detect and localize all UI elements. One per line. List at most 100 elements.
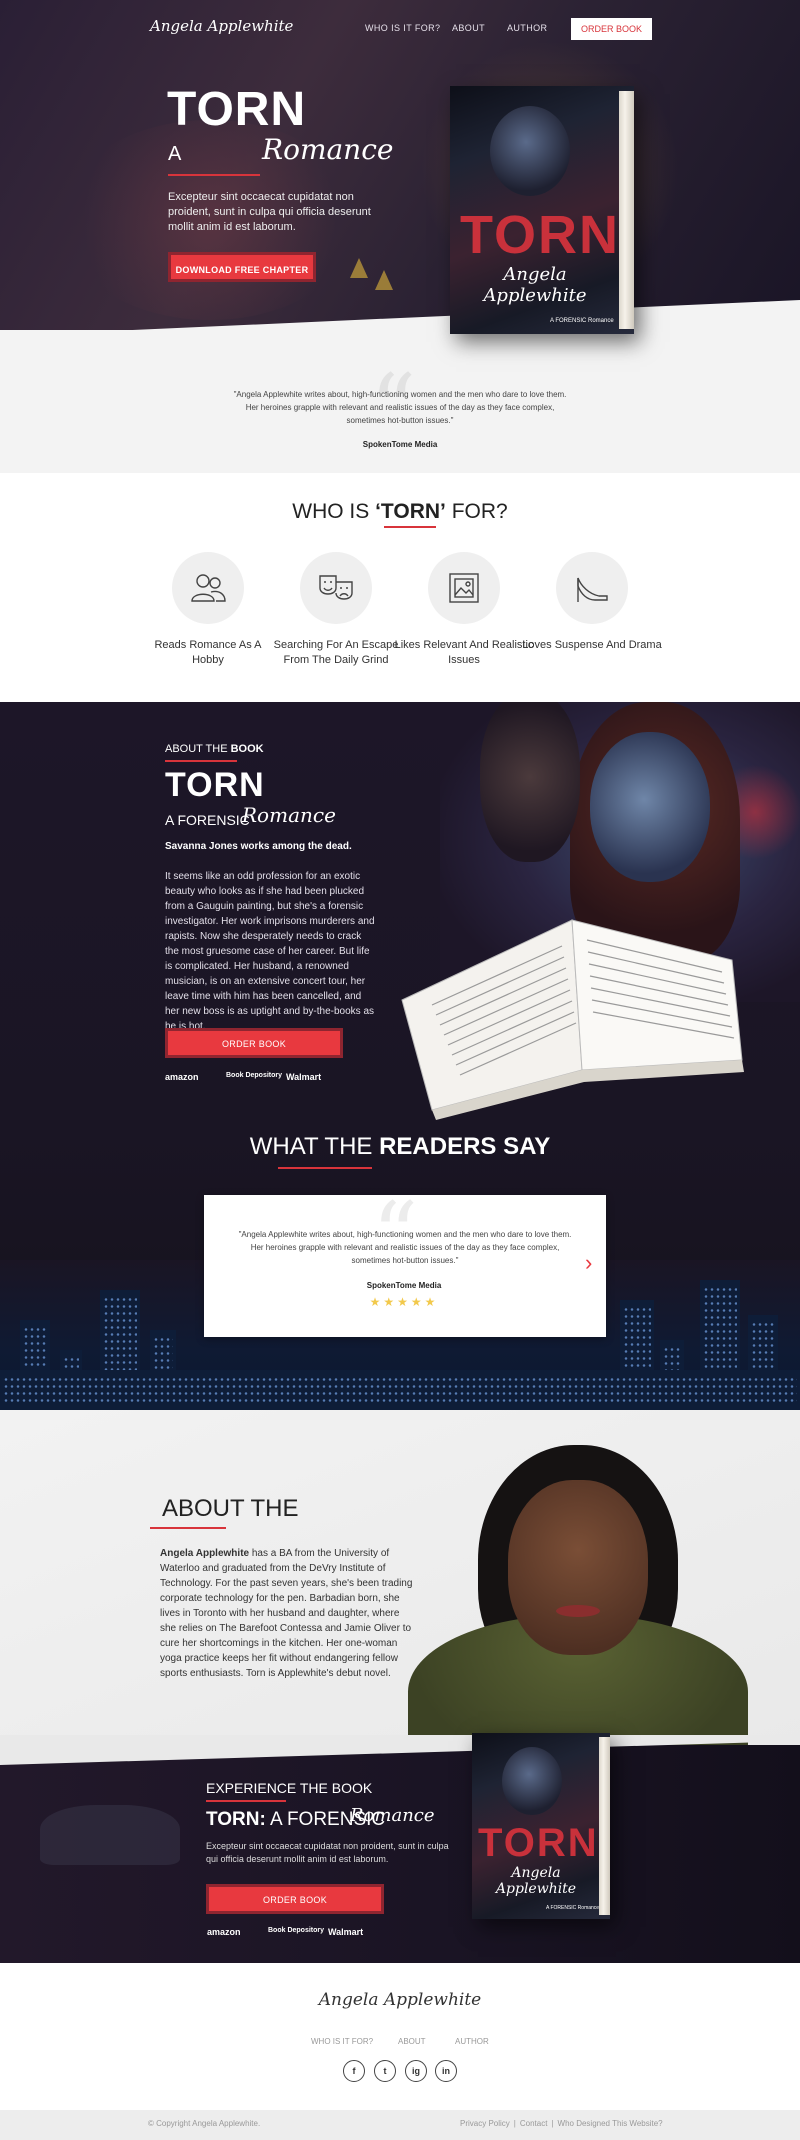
who-section-title: WHO IS ‘TORN’ FOR? xyxy=(0,500,800,524)
contact-link[interactable]: Contact xyxy=(520,2119,548,2128)
experience-text: Excepteur sint occaecat cupidatat non pr… xyxy=(206,1841,449,1864)
who-title-bold: ‘TORN’ xyxy=(375,500,446,523)
instagram-icon[interactable]: ig xyxy=(405,2060,427,2082)
readers-title-bold: READERS SAY xyxy=(379,1133,551,1160)
experience-romance-script: Romance xyxy=(350,1805,435,1826)
about-book-forensic: A FORENSIC xyxy=(165,812,250,828)
theater-masks-icon xyxy=(300,552,372,624)
hero-subtitle: A xyxy=(168,143,182,165)
readers-title-prefix: WHAT THE xyxy=(249,1133,380,1160)
order-book-button[interactable]: ORDER BOOK xyxy=(206,1884,384,1914)
high-heel-icon xyxy=(556,552,628,624)
author-lips-shape xyxy=(556,1605,600,1617)
book-depository-logo[interactable]: Book Depository xyxy=(226,1072,286,1079)
top-nav: Angela Applewhite WHO IS IT FOR? ABOUT A… xyxy=(0,0,800,58)
review-text: "Angela Applewhite writes about, high-fu… xyxy=(238,1230,572,1265)
accent-underline xyxy=(278,1167,372,1169)
top-quote-text: "Angela Applewhite writes about, high-fu… xyxy=(233,390,567,425)
accent-underline xyxy=(206,1800,286,1802)
people-icon xyxy=(172,552,244,624)
bottom-bar xyxy=(0,2110,800,2140)
readers-section-title: WHAT THE READERS SAY xyxy=(0,1133,800,1161)
book-pages xyxy=(619,90,634,330)
who-item: Searching For An Escape From The Daily G… xyxy=(266,552,406,668)
accent-underline xyxy=(165,760,237,762)
facebook-icon[interactable]: f xyxy=(343,2060,365,2082)
evidence-marker-shape xyxy=(375,270,393,290)
order-book-button[interactable]: ORDER BOOK xyxy=(165,1028,343,1058)
review-source: SpokenTome Media xyxy=(366,1281,442,1290)
walmart-logo[interactable]: Walmart xyxy=(286,1072,321,1082)
about-author-body: Angela Applewhite has a BA from the Univ… xyxy=(160,1546,418,1681)
cover-tag: A FORENSIC Romance xyxy=(546,1905,600,1911)
nav-link-who[interactable]: WHO IS IT FOR? xyxy=(365,23,440,33)
experience-title-bold: TORN: xyxy=(206,1809,266,1830)
book-cover-image: TORN Angela Applewhite A FORENSIC Romanc… xyxy=(450,86,634,334)
who-designed-link[interactable]: Who Designed This Website? xyxy=(558,2119,663,2128)
cover-tag: A FORENSIC Romance xyxy=(550,318,614,324)
twitter-icon[interactable]: t xyxy=(374,2060,396,2082)
linkedin-icon[interactable]: in xyxy=(435,2060,457,2082)
hero-description: Excepteur sint occaecat cupidatat non pr… xyxy=(168,191,371,233)
hero-romance-script: Romance xyxy=(262,133,394,166)
cover-face-shape xyxy=(490,106,570,196)
about-book-romance-script: Romance xyxy=(242,803,336,827)
cover-title: TORN xyxy=(478,1821,599,1865)
who-item-label: Loves Suspense And Drama xyxy=(522,639,662,651)
copyright-text: © Copyright Angela Applewhite. xyxy=(148,2119,261,2128)
cover-face-shape xyxy=(502,1747,562,1815)
walmart-logo[interactable]: Walmart xyxy=(328,1927,363,1937)
amazon-logo[interactable]: amazon xyxy=(165,1072,199,1082)
who-title-prefix: WHO IS xyxy=(292,500,376,523)
top-quote-source: SpokenTome Media xyxy=(362,440,438,449)
who-title-suffix: FOR? xyxy=(445,500,508,523)
book-cover-image: TORN Angela Applewhite A FORENSIC Romanc… xyxy=(472,1733,610,1919)
footer-link-about[interactable]: ABOUT xyxy=(398,2037,426,2046)
picture-frame-icon xyxy=(428,552,500,624)
order-book-button[interactable]: ORDER BOOK xyxy=(571,18,652,40)
author-bio: has a BA from the University of Waterloo… xyxy=(160,1548,413,1679)
about-book-label: ABOUT THE BOOK xyxy=(165,743,264,755)
hero-title: TORN xyxy=(167,83,307,136)
about-author-title: ABOUT THE xyxy=(162,1495,299,1522)
woman-face-shape xyxy=(590,732,710,882)
amazon-logo[interactable]: amazon xyxy=(207,1927,241,1937)
who-item: Likes Relevant And Realistic Issues xyxy=(394,552,534,668)
who-item: Reads Romance As A Hobby xyxy=(138,552,278,668)
book-pages xyxy=(598,1736,610,1916)
separator: | xyxy=(551,2119,554,2128)
author-portrait xyxy=(408,1445,748,1775)
nav-link-about[interactable]: ABOUT xyxy=(452,23,485,33)
site-logo[interactable]: Angela Applewhite xyxy=(150,17,293,35)
carousel-next-icon[interactable]: › xyxy=(585,1250,592,1276)
footer-link-who[interactable]: WHO IS IT FOR? xyxy=(311,2037,373,2046)
about-book-label-bold: BOOK xyxy=(230,743,264,755)
about-book-body: It seems like an odd profession for an e… xyxy=(165,871,375,1032)
review-card: “ "Angela Applewhite writes about, high-… xyxy=(204,1183,606,1337)
download-chapter-button[interactable]: DOWNLOAD FREE CHAPTER xyxy=(168,252,316,282)
accent-underline xyxy=(150,1527,226,1529)
who-item-label: Likes Relevant And Realistic Issues xyxy=(394,639,534,666)
city-lights xyxy=(0,1370,800,1410)
man-face-shape xyxy=(480,702,580,862)
about-book-label-prefix: ABOUT THE xyxy=(165,743,231,755)
footer-link-author[interactable]: AUTHOR xyxy=(455,2037,489,2046)
police-car-shape xyxy=(40,1805,180,1865)
accent-underline xyxy=(384,526,436,528)
experience-label: EXPERIENCE THE BOOK xyxy=(206,1780,373,1796)
star-rating: ★★★★★ xyxy=(369,1295,439,1309)
who-item-label: Reads Romance As A Hobby xyxy=(154,639,262,666)
evidence-marker-shape xyxy=(350,258,368,278)
author-face-shape xyxy=(508,1480,648,1655)
privacy-policy-link[interactable]: Privacy Policy xyxy=(460,2119,510,2128)
cover-author: Angela Applewhite xyxy=(483,264,587,306)
cover-author: Angela Applewhite xyxy=(495,1865,577,1897)
who-item: Loves Suspense And Drama xyxy=(522,552,662,653)
bottom-links: Privacy Policy | Contact | Who Designed This… xyxy=(460,2119,663,2128)
footer-logo[interactable]: Angela Applewhite xyxy=(0,1990,800,2010)
who-item-label: Searching For An Escape From The Daily G… xyxy=(273,639,399,666)
accent-underline xyxy=(168,174,260,176)
nav-link-author[interactable]: AUTHOR xyxy=(507,23,547,33)
about-book-title: TORN xyxy=(165,766,265,804)
book-depository-logo[interactable]: Book Depository xyxy=(268,1927,328,1934)
